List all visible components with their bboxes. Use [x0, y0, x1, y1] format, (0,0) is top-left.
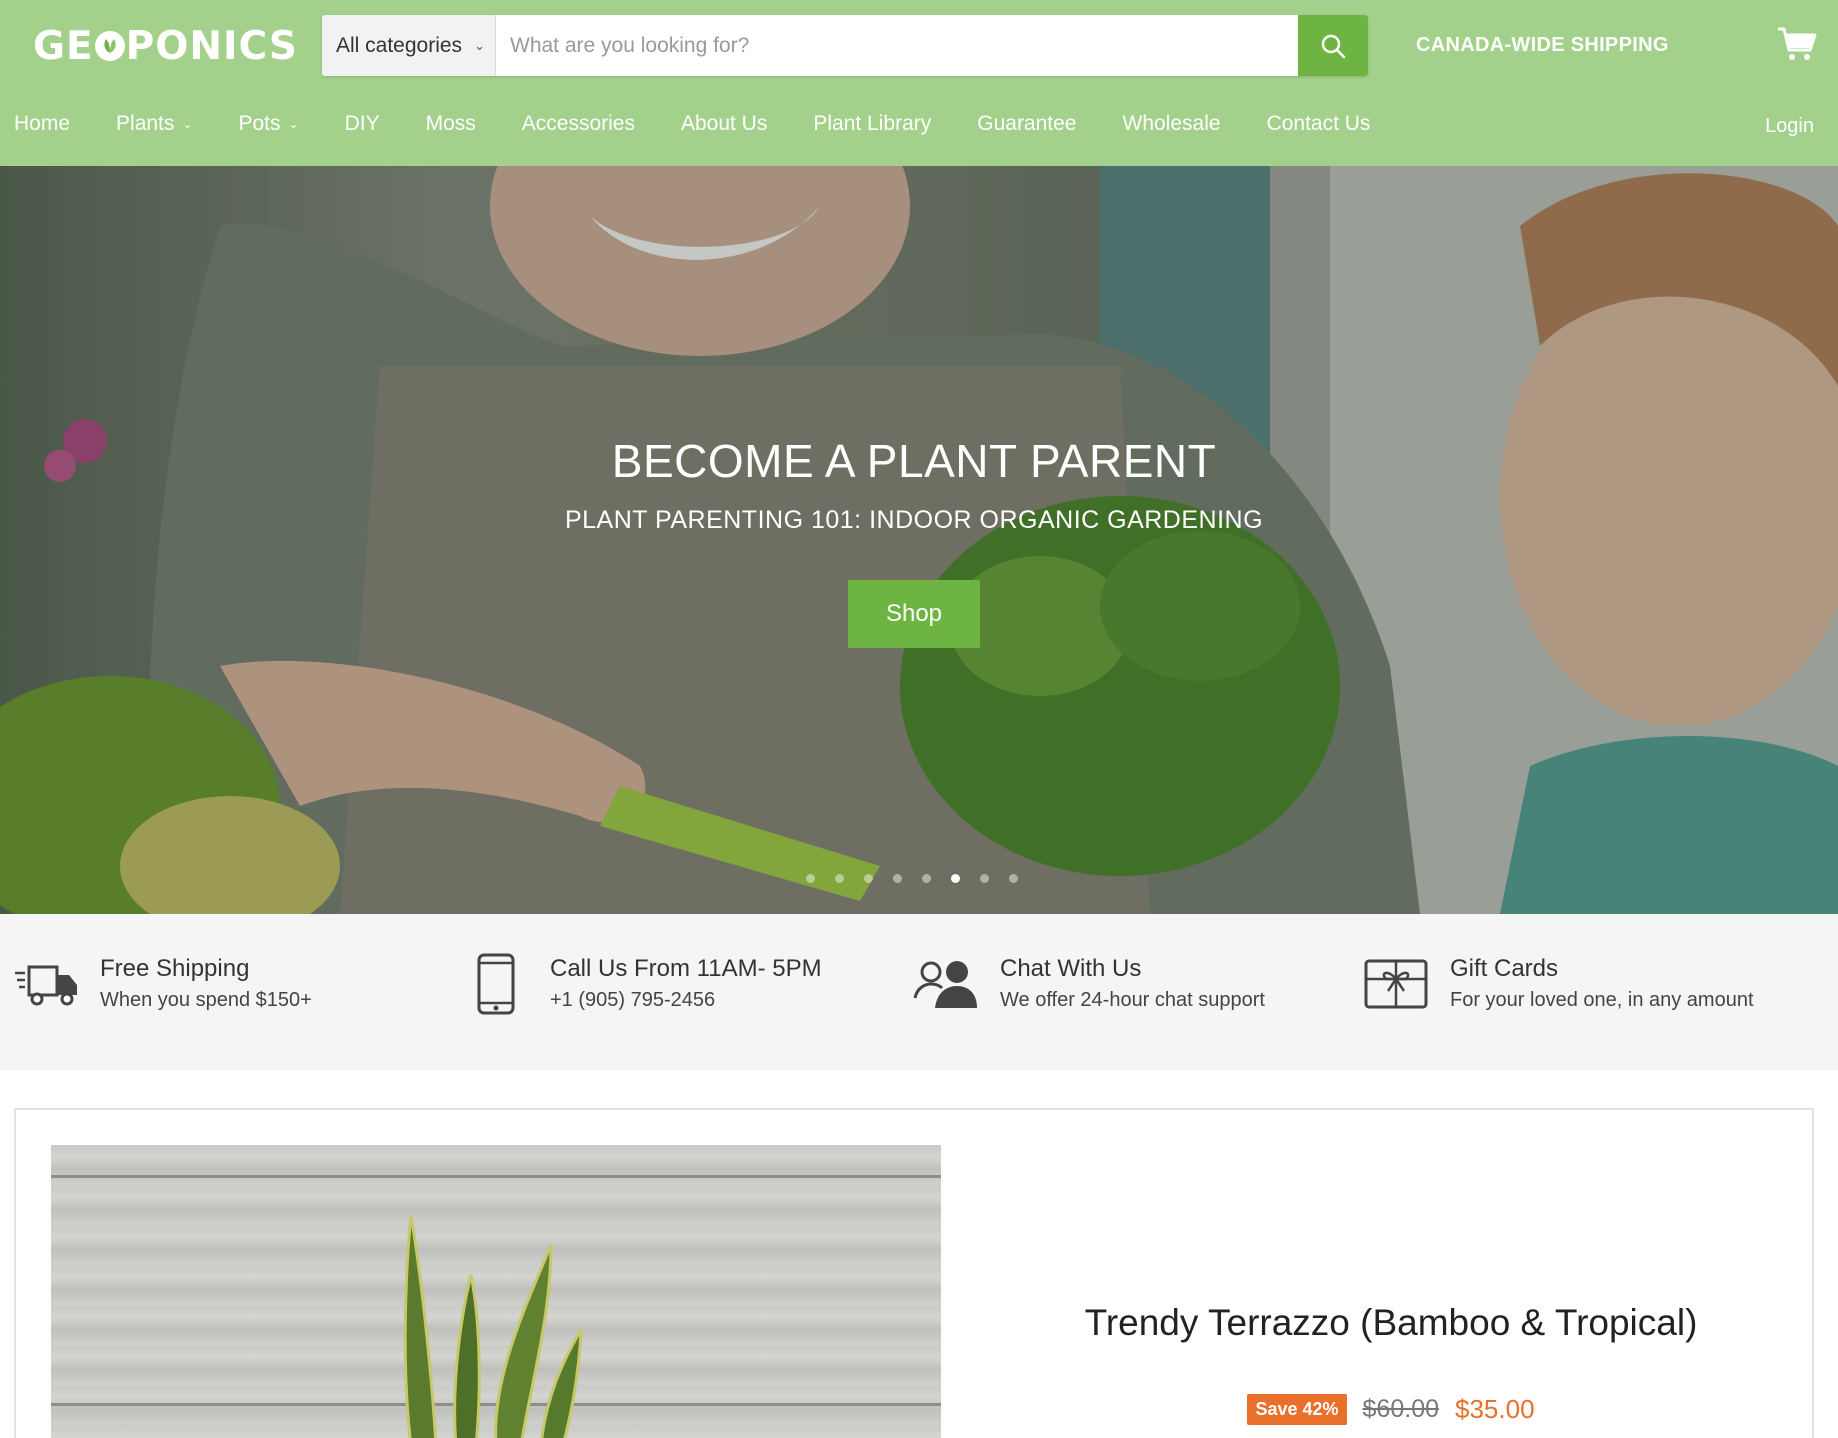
nav-label: DIY: [344, 112, 380, 135]
logo-text-right: PONICS: [125, 23, 298, 69]
shop-button[interactable]: Shop: [848, 580, 980, 648]
carousel-dot[interactable]: [980, 874, 989, 883]
nav-label: About Us: [680, 112, 768, 135]
site-header: GE PONICS All categories ⌄ CANADA-WIDE S…: [0, 0, 1838, 166]
feature-free-shipping: Free Shipping When you spend $150+: [12, 954, 312, 1014]
nav-label: Pots: [238, 112, 281, 135]
carousel-dot[interactable]: [922, 874, 931, 883]
feature-title: Free Shipping: [100, 955, 250, 982]
snake-plant-image: [403, 1214, 583, 1438]
search-icon: [1321, 34, 1346, 58]
phone-icon: [462, 953, 530, 1015]
geoponics-logo[interactable]: GE PONICS: [33, 23, 298, 69]
search-button[interactable]: [1298, 15, 1368, 76]
nav-item-home[interactable]: Home: [14, 112, 70, 136]
feature-title: Call Us From 11AM- 5PM: [550, 955, 822, 982]
nav-item-diy[interactable]: DIY: [345, 112, 380, 136]
nav-label: Accessories: [521, 112, 635, 135]
nav-label: Home: [14, 112, 71, 135]
cart-button[interactable]: [1777, 26, 1817, 67]
nav-item-guarantee[interactable]: Guarantee: [977, 112, 1076, 136]
nav-item-accessories[interactable]: Accessories: [522, 112, 635, 136]
nav-label: Moss: [425, 112, 476, 135]
nav-item-pots[interactable]: Pots ⌄: [238, 112, 298, 136]
product-title[interactable]: Trendy Terrazzo (Bamboo & Tropical): [966, 1302, 1816, 1344]
search-bar: All categories ⌄: [322, 15, 1368, 76]
nav-item-plant-library[interactable]: Plant Library: [813, 112, 931, 136]
nav-item-plants[interactable]: Plants ⌄: [116, 112, 192, 136]
feature-call-us: Call Us From 11AM- 5PM +1 (905) 795-2456: [462, 953, 822, 1015]
price-row: Save 42% $60.00 $35.00: [966, 1394, 1816, 1425]
main-nav: Home Plants ⌄ Pots ⌄ DIY Moss Accessories …: [14, 112, 1416, 136]
feature-subtitle: When you spend $150+: [100, 989, 312, 1011]
chevron-down-icon: ⌄: [182, 117, 193, 131]
nav-label: Wholesale: [1122, 112, 1221, 135]
leaf-logo-icon: [94, 31, 125, 61]
search-input[interactable]: [496, 15, 1298, 76]
nav-item-moss[interactable]: Moss: [426, 112, 476, 136]
category-select-label: All categories: [336, 33, 463, 57]
feature-chat: Chat With Us We offer 24-hour chat suppo…: [912, 954, 1265, 1014]
nav-item-contact-us[interactable]: Contact Us: [1267, 112, 1371, 136]
chevron-down-icon: ⌄: [288, 117, 299, 131]
carousel-dot-active[interactable]: [951, 874, 960, 883]
cart-icon: [1778, 27, 1817, 60]
nav-label: Contact Us: [1266, 112, 1371, 135]
save-badge: Save 42%: [1247, 1394, 1347, 1425]
hero-subtitle: PLANT PARENTING 101: INDOOR ORGANIC GARD…: [564, 506, 1264, 534]
hero-title: BECOME A PLANT PARENT: [611, 435, 1217, 487]
product-image[interactable]: [51, 1145, 941, 1438]
carousel-dot[interactable]: [1009, 874, 1018, 883]
login-link[interactable]: Login: [1765, 115, 1814, 138]
feature-subtitle: We offer 24-hour chat support: [1000, 989, 1265, 1011]
carousel-dot[interactable]: [864, 874, 873, 883]
original-price: $60.00: [1362, 1395, 1439, 1423]
logo-text-left: GE: [33, 23, 94, 69]
feature-subtitle: For your loved one, in any amount: [1450, 989, 1754, 1011]
nav-label: Plants: [116, 112, 175, 135]
category-select[interactable]: All categories ⌄: [322, 15, 496, 76]
carousel-dots: [806, 874, 1018, 883]
sale-price: $35.00: [1455, 1394, 1535, 1424]
hero-overlay: [0, 166, 1838, 914]
features-bar: Free Shipping When you spend $150+ Call …: [0, 914, 1838, 1070]
gift-card-icon: [1362, 954, 1430, 1014]
hero-banner: BECOME A PLANT PARENT PLANT PARENTING 10…: [0, 166, 1838, 914]
nav-item-wholesale[interactable]: Wholesale: [1123, 112, 1221, 136]
feature-title: Gift Cards: [1450, 955, 1559, 982]
carousel-dot[interactable]: [835, 874, 844, 883]
nav-item-about-us[interactable]: About Us: [681, 112, 767, 136]
nav-label: Plant Library: [813, 112, 932, 135]
feature-subtitle: +1 (905) 795-2456: [550, 989, 716, 1011]
carousel-dot[interactable]: [893, 874, 902, 883]
carousel-dot[interactable]: [806, 874, 815, 883]
shipping-banner: CANADA-WIDE SHIPPING: [1416, 34, 1669, 56]
featured-product-card: Trendy Terrazzo (Bamboo & Tropical) Save…: [14, 1108, 1814, 1438]
feature-gift-cards: Gift Cards For your loved one, in any am…: [1362, 954, 1754, 1014]
truck-icon: [12, 954, 80, 1014]
nav-label: Guarantee: [977, 112, 1077, 135]
chat-users-icon: [912, 954, 980, 1014]
chevron-down-icon: ⌄: [474, 37, 485, 53]
feature-title: Chat With Us: [1000, 955, 1142, 982]
